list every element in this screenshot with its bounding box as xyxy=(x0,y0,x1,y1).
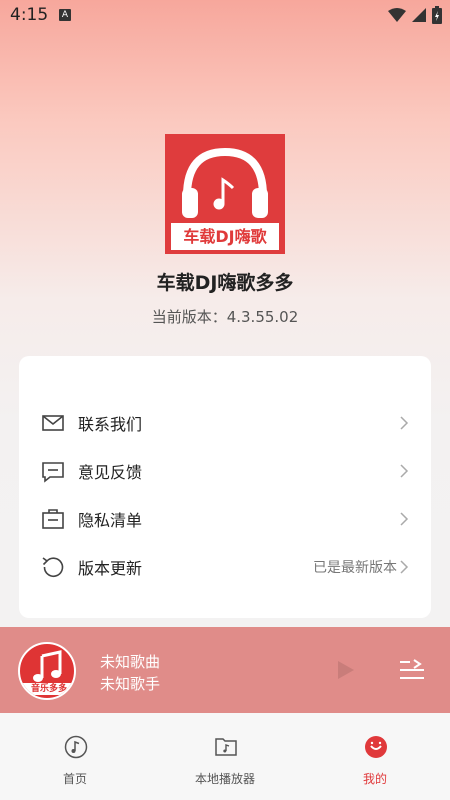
version-status: 已是最新版本 xyxy=(313,560,397,576)
nav-label: 我的 xyxy=(362,772,387,786)
battery-icon xyxy=(432,6,442,24)
menu-item-feedback[interactable]: 意见反馈 xyxy=(19,447,431,495)
nav-label: 首页 xyxy=(62,772,87,786)
menu-item-label: 联系我们 xyxy=(78,415,143,434)
privacy-list-icon xyxy=(42,509,64,529)
status-time: 4:15 xyxy=(10,5,49,25)
play-button[interactable] xyxy=(336,659,356,681)
smile-icon xyxy=(365,736,387,758)
logo-label: 车载DJ嗨歌 xyxy=(171,223,279,250)
bottom-nav: 首页 本地播放器 我的 xyxy=(0,713,450,800)
app-name: 车载DJ嗨歌多多 xyxy=(156,272,294,294)
album-cover[interactable]: 音乐多多 xyxy=(18,642,76,700)
settings-card: 联系我们 意见反馈 隐私清单 版本更新 已是最新版本 xyxy=(19,356,431,618)
cover-text: 音乐多多 xyxy=(20,683,74,695)
status-icons xyxy=(388,6,442,24)
song-artist: 未知歌手 xyxy=(100,675,161,693)
menu-item-label: 意见反馈 xyxy=(78,463,143,482)
app-logo: 车载DJ嗨歌 xyxy=(165,134,285,254)
mini-player[interactable]: 音乐多多 未知歌曲 未知歌手 xyxy=(0,627,450,713)
nav-item-home[interactable]: 首页 xyxy=(0,713,150,800)
menu-item-privacy-list[interactable]: 隐私清单 xyxy=(19,495,431,543)
menu-item-label: 版本更新 xyxy=(78,559,143,578)
refresh-icon xyxy=(42,557,64,578)
notification-a-icon: A xyxy=(59,9,71,21)
chevron-right-icon xyxy=(400,560,409,574)
song-title: 未知歌曲 xyxy=(100,653,161,671)
wifi-icon xyxy=(388,8,406,22)
signal-icon xyxy=(412,8,426,22)
version-text: 当前版本：4.3.55.02 xyxy=(151,308,299,326)
menu-item-version-update[interactable]: 版本更新 已是最新版本 xyxy=(19,543,431,591)
nav-item-mine[interactable]: 我的 xyxy=(300,713,450,800)
nav-label: 本地播放器 xyxy=(194,772,255,786)
nav-item-local-player[interactable]: 本地播放器 xyxy=(150,713,300,800)
playlist-button[interactable] xyxy=(398,658,426,682)
feedback-icon xyxy=(42,462,64,483)
menu-item-contact-us[interactable]: 联系我们 xyxy=(19,399,431,447)
menu-item-label: 隐私清单 xyxy=(78,511,143,530)
mail-icon xyxy=(42,415,64,431)
chevron-right-icon xyxy=(400,464,409,478)
status-bar: 4:15 A xyxy=(0,0,450,32)
headphones-icon xyxy=(182,147,268,218)
chevron-right-icon xyxy=(400,416,409,430)
chevron-right-icon xyxy=(400,512,409,526)
folder-music-icon xyxy=(215,738,237,756)
music-note-icon xyxy=(64,735,88,759)
